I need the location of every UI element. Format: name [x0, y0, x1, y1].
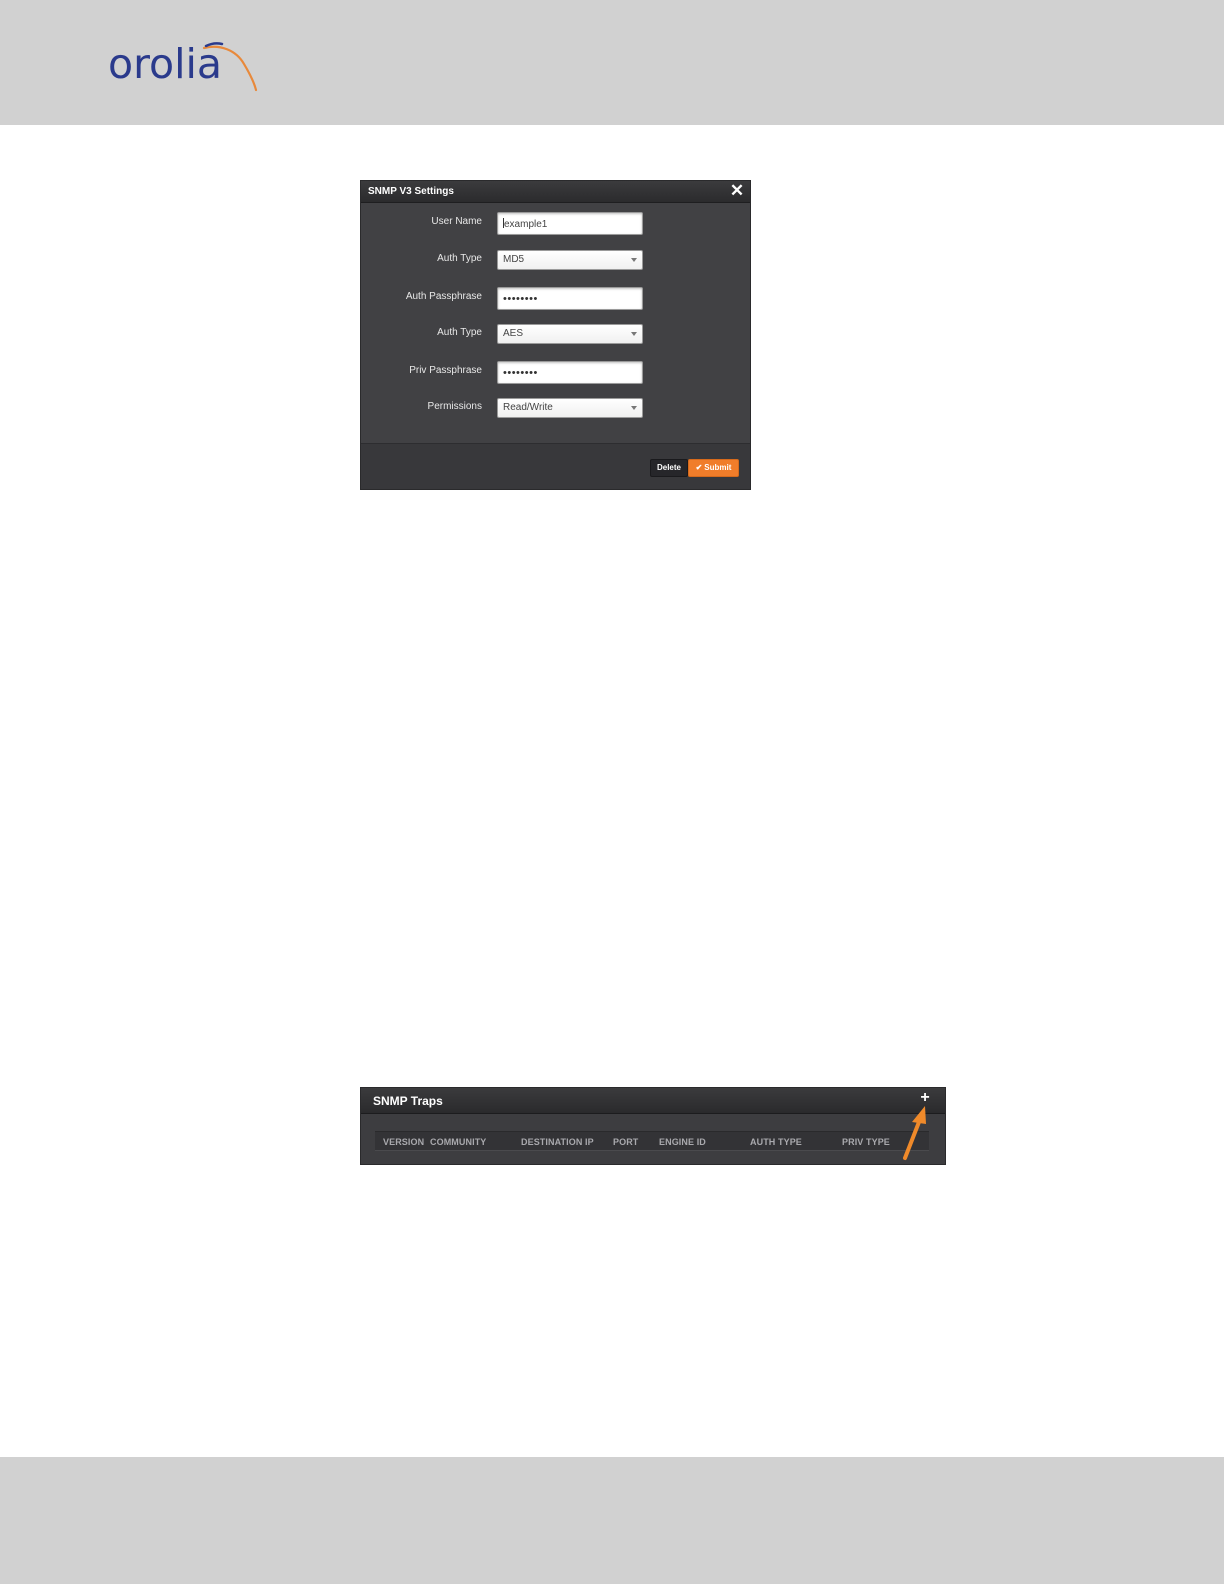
auth-passphrase-input[interactable]: •••••••• [497, 287, 643, 310]
user-name-value: example1 [504, 219, 548, 230]
dialog-footer: Delete ✔ Submit [361, 443, 750, 489]
chevron-down-icon [631, 258, 637, 262]
auth-type-select[interactable]: MD5 [497, 250, 643, 270]
snmp-v3-settings-dialog: SNMP V3 Settings ✕ User Name example1 Au… [360, 180, 751, 490]
permissions-row: Permissions Read/Write [361, 398, 750, 422]
auth-passphrase-label: Auth Passphrase [405, 291, 482, 302]
permissions-label: Permissions [427, 401, 482, 412]
priv-passphrase-label: Priv Passphrase [409, 365, 482, 376]
page-footer [0, 1457, 1224, 1584]
priv-type-label: Auth Type [437, 327, 482, 338]
priv-type-value: AES [503, 328, 524, 339]
snmp-traps-panel: SNMP Traps + VERSION COMMUNITY DESTINATI… [360, 1087, 946, 1165]
dialog-title: SNMP V3 Settings [368, 186, 454, 197]
dialog-titlebar: SNMP V3 Settings ✕ [361, 181, 750, 203]
orolia-logo: orolia [108, 38, 258, 94]
chevron-down-icon [631, 332, 637, 336]
logo-swoosh-icon [202, 42, 258, 92]
chevron-down-icon [631, 406, 637, 410]
auth-type-value: MD5 [503, 254, 525, 265]
permissions-select[interactable]: Read/Write [497, 398, 643, 418]
permissions-value: Read/Write [503, 402, 553, 413]
submit-button[interactable]: ✔ Submit [688, 459, 739, 477]
auth-type-row: Auth Type MD5 [361, 250, 750, 274]
priv-type-select[interactable]: AES [497, 324, 643, 344]
priv-passphrase-row: Priv Passphrase •••••••• [361, 361, 750, 385]
highlight-arrow-icon [903, 1106, 926, 1160]
close-icon[interactable]: ✕ [727, 181, 747, 201]
priv-type-row: Auth Type AES [361, 324, 750, 348]
user-name-input[interactable]: example1 [497, 212, 643, 235]
page-header: orolia [0, 0, 1224, 125]
check-icon: ✔ [695, 463, 703, 472]
user-name-label: User Name [431, 216, 482, 227]
priv-passphrase-input[interactable]: •••••••• [497, 361, 643, 384]
auth-type-label: Auth Type [437, 253, 482, 264]
submit-label: Submit [704, 463, 732, 472]
dialog-body: User Name example1 Auth Type MD5 Auth Pa… [361, 203, 750, 443]
delete-button[interactable]: Delete [650, 459, 688, 477]
user-name-row: User Name example1 [361, 212, 750, 236]
auth-passphrase-row: Auth Passphrase •••••••• [361, 287, 750, 311]
